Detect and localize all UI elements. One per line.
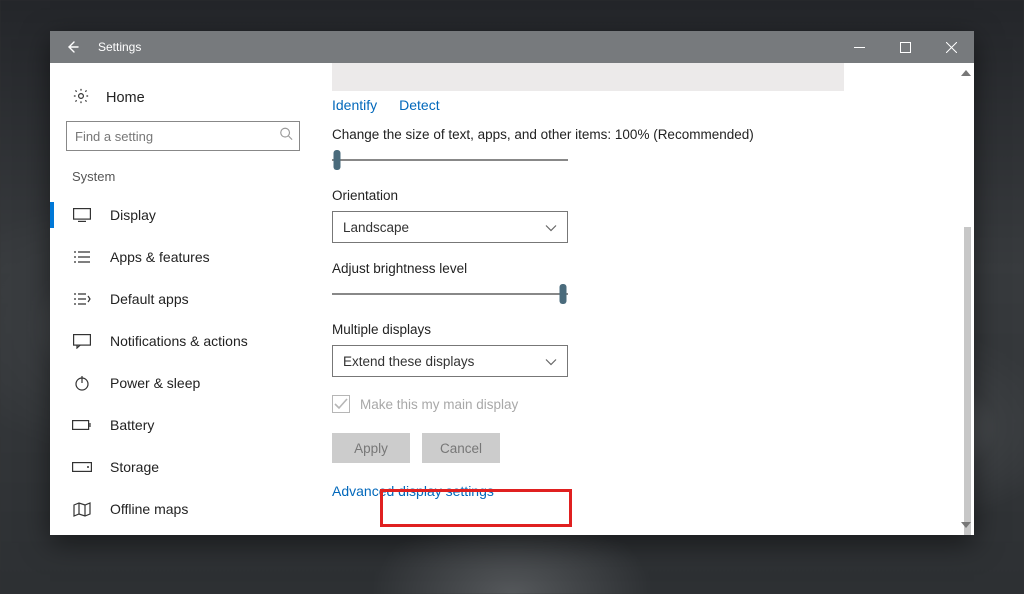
- orientation-label: Orientation: [332, 188, 934, 203]
- sidebar-item-label: Default apps: [110, 291, 189, 307]
- battery-icon: [72, 416, 92, 434]
- sidebar-item-offline-maps[interactable]: Offline maps: [50, 488, 332, 530]
- sidebar-group-label: System: [50, 169, 332, 194]
- sidebar-item-label: Power & sleep: [110, 375, 200, 391]
- sidebar-item-label: Display: [110, 207, 156, 223]
- titlebar: Settings: [50, 31, 974, 63]
- sidebar-item-label: Apps & features: [110, 249, 210, 265]
- minimize-icon: [854, 42, 865, 53]
- home-nav[interactable]: Home: [50, 81, 332, 121]
- detect-link[interactable]: Detect: [399, 97, 439, 113]
- scale-label: Change the size of text, apps, and other…: [332, 127, 934, 142]
- close-icon: [946, 42, 957, 53]
- sidebar-nav: Display Apps & features Default apps Not…: [50, 194, 332, 530]
- main-display-checkbox: [332, 395, 350, 413]
- sidebar-item-label: Notifications & actions: [110, 333, 248, 349]
- sidebar-item-default-apps[interactable]: Default apps: [50, 278, 332, 320]
- slider-track: [332, 293, 568, 295]
- sidebar-item-notifications[interactable]: Notifications & actions: [50, 320, 332, 362]
- sidebar-item-apps[interactable]: Apps & features: [50, 236, 332, 278]
- settings-window: Settings Home System: [50, 31, 974, 535]
- map-icon: [72, 500, 92, 518]
- home-label: Home: [106, 90, 145, 106]
- sidebar-item-storage[interactable]: Storage: [50, 446, 332, 488]
- brightness-slider[interactable]: [332, 284, 568, 304]
- minimize-button[interactable]: [836, 31, 882, 63]
- search-box[interactable]: [66, 121, 300, 151]
- monitor-icon: [72, 206, 92, 224]
- chevron-down-icon: [545, 354, 557, 369]
- arrow-left-icon: [64, 39, 80, 55]
- identify-link[interactable]: Identify: [332, 97, 377, 113]
- multiple-displays-select[interactable]: Extend these displays: [332, 345, 568, 377]
- chat-icon: [72, 332, 92, 350]
- advanced-display-settings-link[interactable]: Advanced display settings: [332, 483, 494, 499]
- sidebar: Home System Display Apps & featur: [50, 63, 332, 535]
- main-display-checkbox-row: Make this my main display: [332, 395, 934, 413]
- sidebar-item-label: Offline maps: [110, 501, 188, 517]
- content-pane: Identify Detect Change the size of text,…: [332, 63, 974, 535]
- sidebar-item-power[interactable]: Power & sleep: [50, 362, 332, 404]
- check-icon: [334, 398, 348, 410]
- sidebar-item-label: Storage: [110, 459, 159, 475]
- power-icon: [72, 374, 92, 392]
- sidebar-item-label: Battery: [110, 417, 154, 433]
- maximize-icon: [900, 42, 911, 53]
- window-title: Settings: [94, 40, 141, 54]
- cancel-button: Cancel: [422, 433, 500, 463]
- search-input[interactable]: [67, 122, 299, 150]
- orientation-select[interactable]: Landscape: [332, 211, 568, 243]
- storage-icon: [72, 458, 92, 476]
- brightness-label: Adjust brightness level: [332, 261, 934, 276]
- chevron-down-icon: [545, 220, 557, 235]
- sidebar-item-display[interactable]: Display: [50, 194, 332, 236]
- orientation-value: Landscape: [343, 220, 409, 235]
- scrollbar-thumb[interactable]: [964, 227, 971, 535]
- defaults-icon: [72, 290, 92, 308]
- multiple-displays-label: Multiple displays: [332, 322, 934, 337]
- slider-thumb[interactable]: [560, 284, 567, 304]
- back-button[interactable]: [50, 31, 94, 63]
- maximize-button[interactable]: [882, 31, 928, 63]
- slider-thumb[interactable]: [333, 150, 340, 170]
- scrollbar[interactable]: [960, 67, 972, 531]
- close-button[interactable]: [928, 31, 974, 63]
- list-icon: [72, 248, 92, 266]
- sidebar-item-battery[interactable]: Battery: [50, 404, 332, 446]
- multiple-displays-value: Extend these displays: [343, 354, 474, 369]
- display-arrangement-area[interactable]: [332, 63, 844, 91]
- main-display-label: Make this my main display: [360, 397, 518, 412]
- slider-track: [332, 159, 568, 161]
- scroll-down-icon[interactable]: [960, 519, 972, 531]
- scale-slider[interactable]: [332, 150, 568, 170]
- gear-icon: [72, 87, 90, 109]
- apply-button: Apply: [332, 433, 410, 463]
